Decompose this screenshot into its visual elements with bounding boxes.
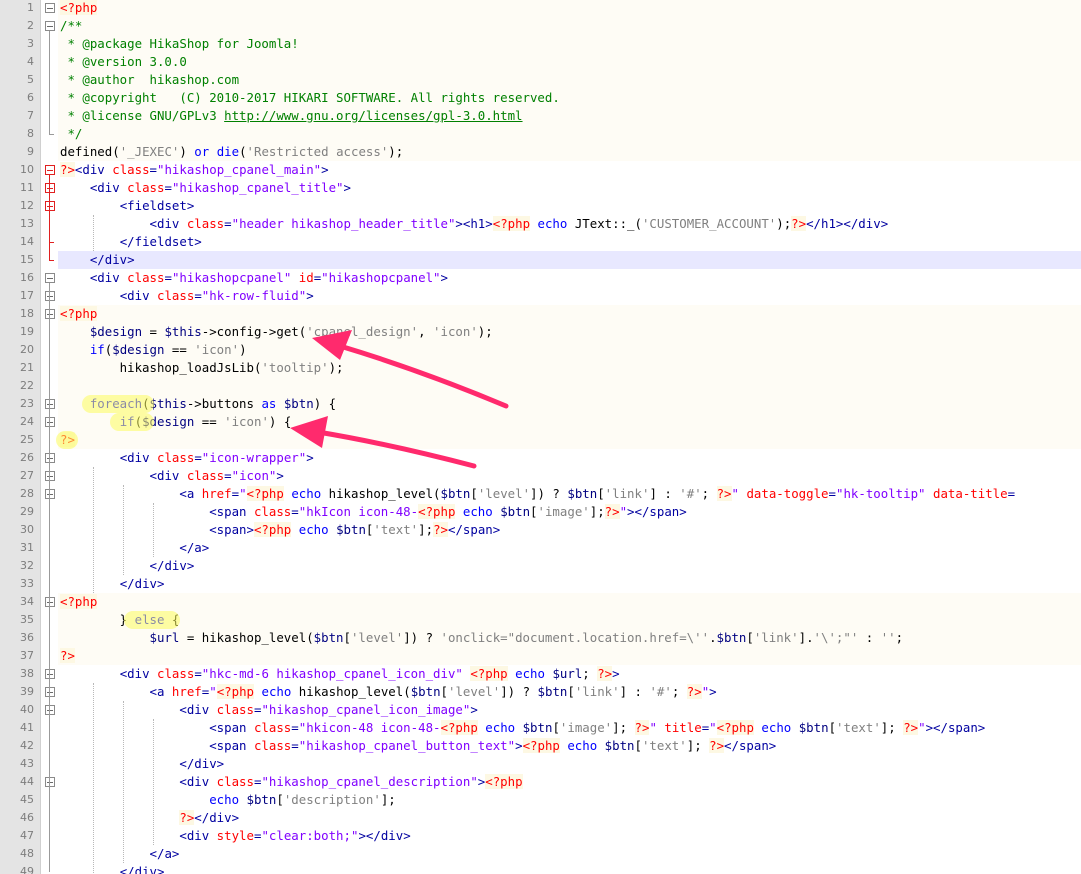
- fold-toggle-icon[interactable]: [45, 309, 55, 319]
- code-editor[interactable]: 1 2 3 4 5 6 7 8 9 10 11 12 13 14 15 16 17 18 19 20 21 22 23 24 2…: [0, 0, 1081, 874]
- annotation-overlay: [290, 330, 509, 469]
- arrow-to-if-design: [290, 416, 477, 469]
- fold-line: [49, 463, 50, 584]
- fold-line: [49, 679, 50, 872]
- fold-toggle-icon[interactable]: [45, 471, 55, 481]
- fold-toggle-icon[interactable]: [45, 21, 55, 31]
- fold-toggle-icon[interactable]: [45, 597, 55, 607]
- fold-toggle-icon[interactable]: [45, 489, 55, 499]
- fold-line: [49, 211, 50, 242]
- fold-line: [49, 319, 50, 440]
- fold-toggle-icon[interactable]: [45, 291, 55, 301]
- arrow-to-config-get: [312, 330, 509, 409]
- fold-toggle-icon[interactable]: [45, 417, 55, 427]
- fold-toggle-icon[interactable]: [45, 453, 55, 463]
- fold-end-marker: [49, 134, 54, 135]
- fold-toggle-icon[interactable]: [45, 3, 55, 13]
- fold-toggle-icon[interactable]: [45, 669, 55, 679]
- fold-end-marker: [49, 260, 54, 261]
- fold-toggle-icon[interactable]: [45, 165, 55, 175]
- fold-line: [49, 607, 50, 656]
- fold-toggle-icon[interactable]: [45, 705, 55, 715]
- fold-toggle-icon[interactable]: [45, 687, 55, 697]
- fold-toggle-icon[interactable]: [45, 201, 55, 211]
- fold-toggle-icon[interactable]: [45, 777, 55, 787]
- fold-toggle-icon[interactable]: [45, 273, 55, 283]
- fold-toggle-icon[interactable]: [45, 183, 55, 193]
- fold-end-marker: [49, 242, 54, 243]
- fold-toggle-icon[interactable]: [45, 399, 55, 409]
- fold-line: [49, 31, 50, 134]
